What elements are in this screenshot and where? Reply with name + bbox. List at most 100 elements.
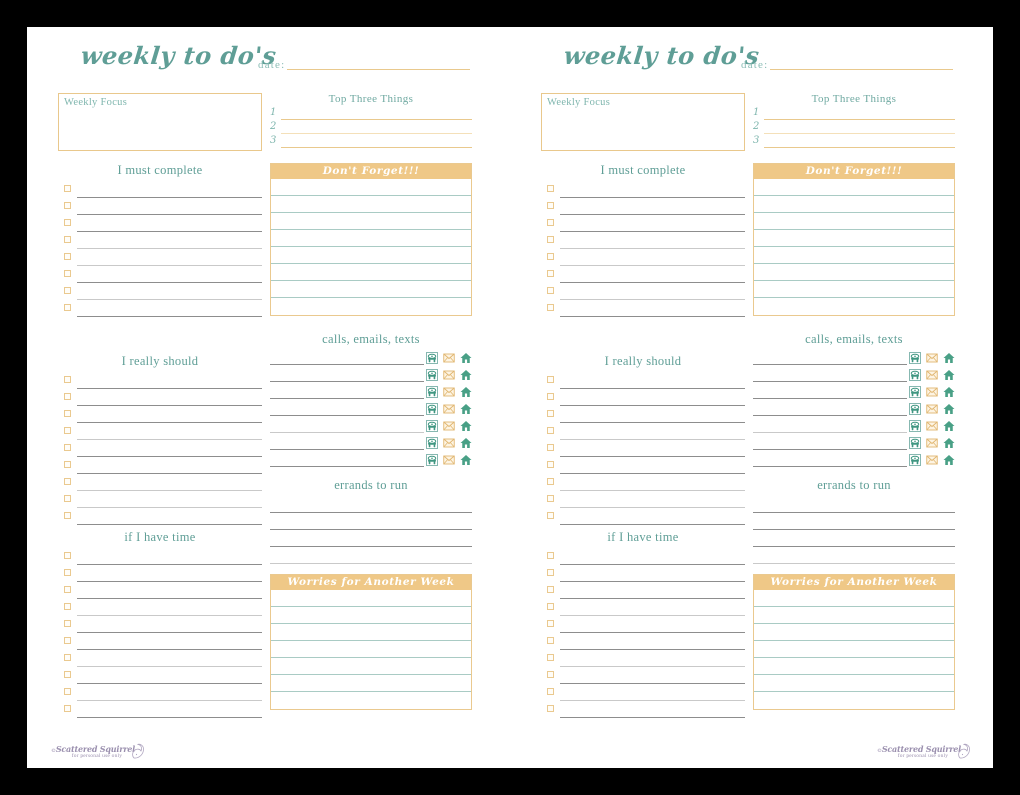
write-line[interactable]: [753, 364, 907, 365]
write-line[interactable]: [281, 119, 472, 120]
write-line[interactable]: [753, 512, 955, 513]
write-line[interactable]: [77, 473, 262, 474]
boxlist-row[interactable]: [271, 692, 471, 709]
checkbox-if-i-have-time-1[interactable]: [547, 552, 554, 559]
checkbox-must-complete-4[interactable]: [547, 236, 554, 243]
write-line[interactable]: [77, 456, 262, 457]
boxlist-row[interactable]: [271, 281, 471, 298]
boxlist-row[interactable]: [271, 264, 471, 281]
phone-icon[interactable]: [426, 454, 438, 466]
write-line[interactable]: [560, 197, 745, 198]
boxlist-row[interactable]: [754, 213, 954, 230]
boxlist-row[interactable]: [754, 692, 954, 709]
boxlist-row[interactable]: [271, 230, 471, 247]
checkbox-really-should-6[interactable]: [64, 461, 71, 468]
house-icon[interactable]: [460, 454, 472, 466]
write-line[interactable]: [764, 133, 955, 134]
checkbox-really-should-6[interactable]: [547, 461, 554, 468]
house-icon[interactable]: [943, 454, 955, 466]
write-line[interactable]: [560, 598, 745, 599]
checkbox-must-complete-3[interactable]: [64, 219, 71, 226]
phone-icon[interactable]: [426, 437, 438, 449]
phone-icon[interactable]: [426, 386, 438, 398]
boxlist-row[interactable]: [754, 607, 954, 624]
phone-icon[interactable]: [909, 352, 921, 364]
write-line[interactable]: [560, 581, 745, 582]
house-icon[interactable]: [943, 403, 955, 415]
checkbox-if-i-have-time-5[interactable]: [64, 620, 71, 627]
checkbox-must-complete-3[interactable]: [547, 219, 554, 226]
house-icon[interactable]: [460, 403, 472, 415]
write-line[interactable]: [77, 405, 262, 406]
house-icon[interactable]: [460, 420, 472, 432]
phone-icon[interactable]: [909, 454, 921, 466]
envelope-icon[interactable]: [926, 403, 938, 415]
write-line[interactable]: [764, 119, 955, 120]
checkbox-if-i-have-time-3[interactable]: [547, 586, 554, 593]
write-line[interactable]: [560, 700, 745, 701]
write-line[interactable]: [560, 214, 745, 215]
write-line[interactable]: [270, 432, 424, 433]
checkbox-if-i-have-time-4[interactable]: [64, 603, 71, 610]
boxlist-row[interactable]: [271, 607, 471, 624]
write-line[interactable]: [270, 364, 424, 365]
checkbox-if-i-have-time-4[interactable]: [547, 603, 554, 610]
checkbox-if-i-have-time-9[interactable]: [64, 688, 71, 695]
envelope-icon[interactable]: [443, 454, 455, 466]
write-line[interactable]: [753, 432, 907, 433]
write-line[interactable]: [77, 282, 262, 283]
checkbox-really-should-2[interactable]: [547, 393, 554, 400]
write-line[interactable]: [560, 649, 745, 650]
checkbox-must-complete-5[interactable]: [547, 253, 554, 260]
envelope-icon[interactable]: [443, 403, 455, 415]
checkbox-must-complete-1[interactable]: [547, 185, 554, 192]
checkbox-if-i-have-time-7[interactable]: [64, 654, 71, 661]
envelope-icon[interactable]: [443, 352, 455, 364]
checkbox-if-i-have-time-5[interactable]: [547, 620, 554, 627]
checkbox-really-should-1[interactable]: [64, 376, 71, 383]
house-icon[interactable]: [460, 369, 472, 381]
checkbox-if-i-have-time-8[interactable]: [547, 671, 554, 678]
phone-icon[interactable]: [426, 369, 438, 381]
checkbox-must-complete-7[interactable]: [547, 287, 554, 294]
write-line[interactable]: [560, 231, 745, 232]
boxlist-row[interactable]: [754, 624, 954, 641]
write-line[interactable]: [77, 615, 262, 616]
checkbox-if-i-have-time-7[interactable]: [547, 654, 554, 661]
house-icon[interactable]: [943, 386, 955, 398]
boxlist-row[interactable]: [271, 179, 471, 196]
envelope-icon[interactable]: [443, 437, 455, 449]
envelope-icon[interactable]: [926, 420, 938, 432]
checkbox-really-should-9[interactable]: [64, 512, 71, 519]
house-icon[interactable]: [460, 437, 472, 449]
boxlist-row[interactable]: [271, 675, 471, 692]
phone-icon[interactable]: [909, 369, 921, 381]
write-line[interactable]: [77, 632, 262, 633]
write-line[interactable]: [77, 581, 262, 582]
write-line[interactable]: [560, 422, 745, 423]
write-line[interactable]: [753, 381, 907, 382]
checkbox-if-i-have-time-9[interactable]: [547, 688, 554, 695]
write-line[interactable]: [270, 512, 472, 513]
boxlist-row[interactable]: [754, 230, 954, 247]
write-line[interactable]: [560, 316, 745, 317]
checkbox-really-should-5[interactable]: [64, 444, 71, 451]
boxlist-row[interactable]: [271, 247, 471, 264]
house-icon[interactable]: [943, 420, 955, 432]
checkbox-must-complete-1[interactable]: [64, 185, 71, 192]
write-line[interactable]: [560, 439, 745, 440]
write-line[interactable]: [281, 147, 472, 148]
checkbox-must-complete-6[interactable]: [547, 270, 554, 277]
write-line[interactable]: [77, 231, 262, 232]
write-line[interactable]: [77, 316, 262, 317]
checkbox-must-complete-4[interactable]: [64, 236, 71, 243]
checkbox-really-should-7[interactable]: [547, 478, 554, 485]
checkbox-if-i-have-time-3[interactable]: [64, 586, 71, 593]
checkbox-really-should-4[interactable]: [547, 427, 554, 434]
house-icon[interactable]: [943, 352, 955, 364]
checkbox-if-i-have-time-6[interactable]: [547, 637, 554, 644]
write-line[interactable]: [77, 490, 262, 491]
write-line[interactable]: [281, 133, 472, 134]
phone-icon[interactable]: [909, 437, 921, 449]
write-line[interactable]: [753, 415, 907, 416]
